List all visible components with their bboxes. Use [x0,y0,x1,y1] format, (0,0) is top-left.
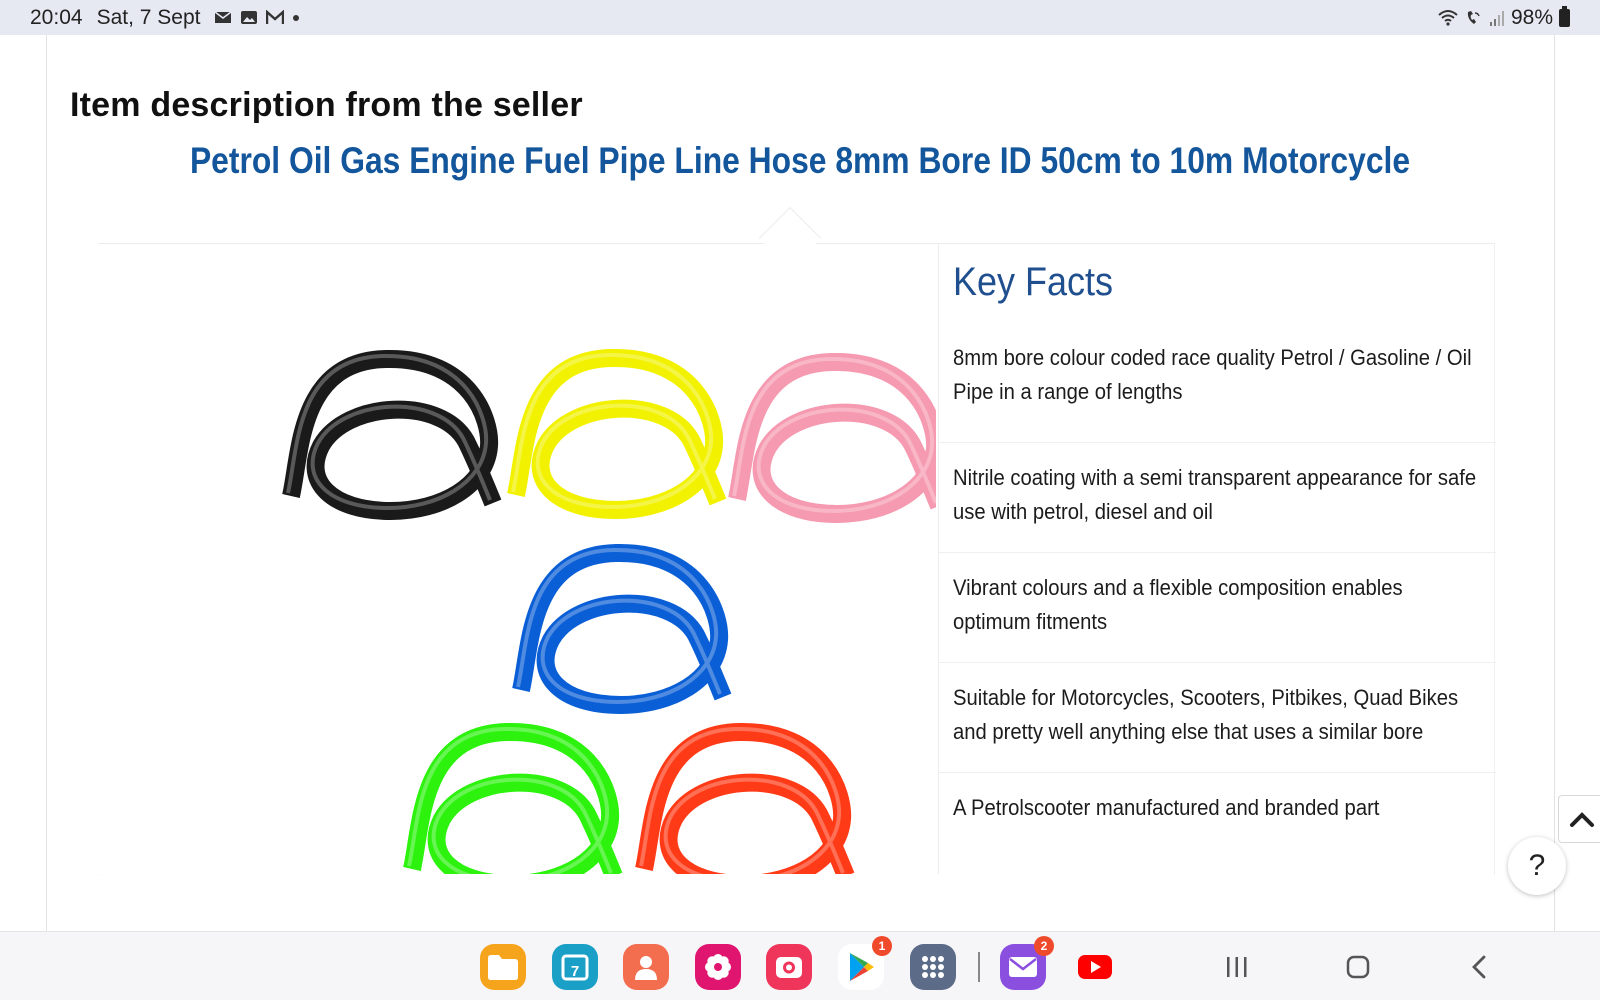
fuel-hose-loop [728,352,936,524]
contacts-icon[interactable] [623,944,669,990]
key-facts-title: Key Facts [953,260,1114,304]
status-time: 20:04 [30,5,83,29]
fuel-hose-loop [512,543,732,715]
calendar-icon[interactable]: 7 [552,944,598,990]
key-fact-item: A Petrolscooter manufactured and branded… [953,795,1380,820]
fuel-hose-highlight [286,353,492,511]
key-fact-item: 8mm bore colour coded race quality Petro… [939,337,1496,443]
fuel-hose-highlight [511,352,717,510]
help-button[interactable]: ? [1508,837,1566,895]
fuel-hose-loop [403,722,623,874]
gallery-icon[interactable] [695,944,741,990]
status-date: Sat, 7 Sept [96,5,201,29]
chevron-up-icon [1569,812,1594,827]
key-facts-panel: Key Facts 8mm bore colour coded race qua… [938,244,1496,874]
fuel-hose-loop [282,349,502,521]
play-store-icon[interactable]: 1 [838,936,892,990]
my-files-icon[interactable] [480,944,526,990]
battery-percent: 98% [1510,5,1553,29]
key-fact-item: Nitrile coating with a semi transparent … [939,443,1496,553]
fuel-hose-loop [635,722,855,874]
key-fact-item: Vibrant colours and a flexible compositi… [939,553,1496,663]
wifi-icon [1438,9,1458,26]
taskbar-divider [978,952,980,982]
app-drawer-icon[interactable] [910,944,956,990]
battery-icon [1559,5,1570,27]
fuel-hose-highlight [516,547,722,705]
back-icon[interactable] [1459,948,1499,986]
home-icon[interactable] [1338,948,1378,986]
youtube-icon[interactable] [1072,944,1118,990]
key-fact-item: Suitable for Motorcycles, Scooters, Pitb… [939,663,1496,773]
dot-icon [293,14,300,21]
fuel-hose-highlight [732,356,936,514]
product-title: Petrol Oil Gas Engine Fuel Pipe Line Hos… [189,140,1411,181]
recents-icon[interactable] [1217,948,1257,986]
email-app-icon[interactable]: 2 [1000,936,1054,990]
fuel-hose-image [282,348,936,874]
status-bar: 20:04 Sat, 7 Sept 98% [0,0,1600,35]
notification-badge: 2 [1034,936,1054,956]
gmail-icon [266,10,285,24]
svg-text:7: 7 [571,963,579,980]
taskbar: 7 1 2 [0,931,1600,1000]
scroll-to-top-button[interactable] [1558,795,1600,843]
signal-icon [1489,10,1504,26]
product-image [98,244,936,874]
image-icon [241,11,258,24]
email-icon [215,11,232,23]
wifi-call-icon [1467,10,1480,24]
notification-badge: 1 [872,936,892,956]
section-heading: Item description from the seller [70,86,583,124]
fuel-hose-loop [507,348,727,520]
screen-recorder-icon[interactable] [766,944,812,990]
